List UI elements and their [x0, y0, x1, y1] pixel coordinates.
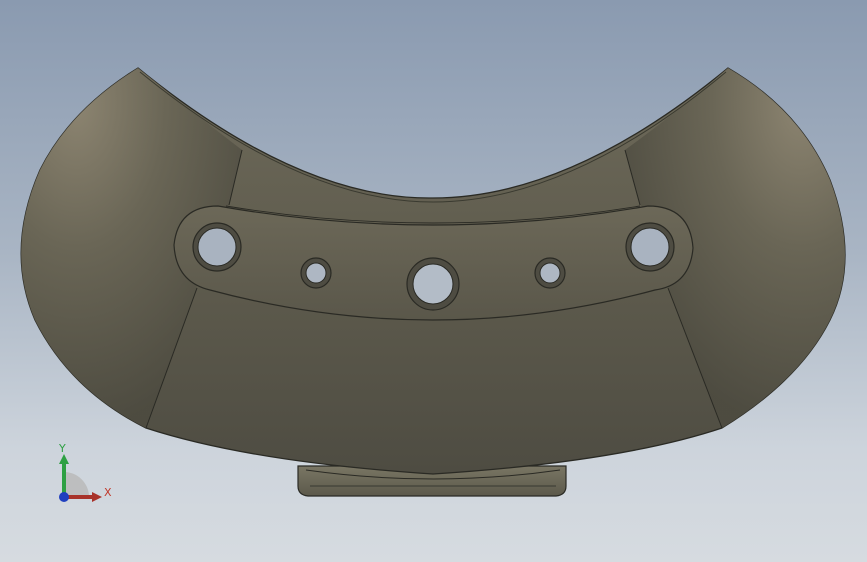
triad-plane-icon: [64, 472, 89, 497]
hole-large-left[interactable]: [192, 222, 242, 272]
hole-large-right[interactable]: [625, 222, 675, 272]
z-axis-dot-icon: [59, 492, 69, 502]
cad-part-model[interactable]: [0, 0, 867, 562]
hole-small-right[interactable]: [534, 257, 566, 289]
hole-large-center[interactable]: [406, 257, 460, 311]
x-axis-label: X: [104, 486, 112, 499]
y-axis-label: Y: [58, 442, 66, 455]
graphics-viewport[interactable]: Y X: [0, 0, 867, 562]
hole-small-left[interactable]: [300, 257, 332, 289]
coordinate-triad: Y X: [58, 442, 112, 502]
y-axis-arrow-icon: [59, 454, 69, 464]
x-axis-arrow-icon: [92, 492, 102, 502]
